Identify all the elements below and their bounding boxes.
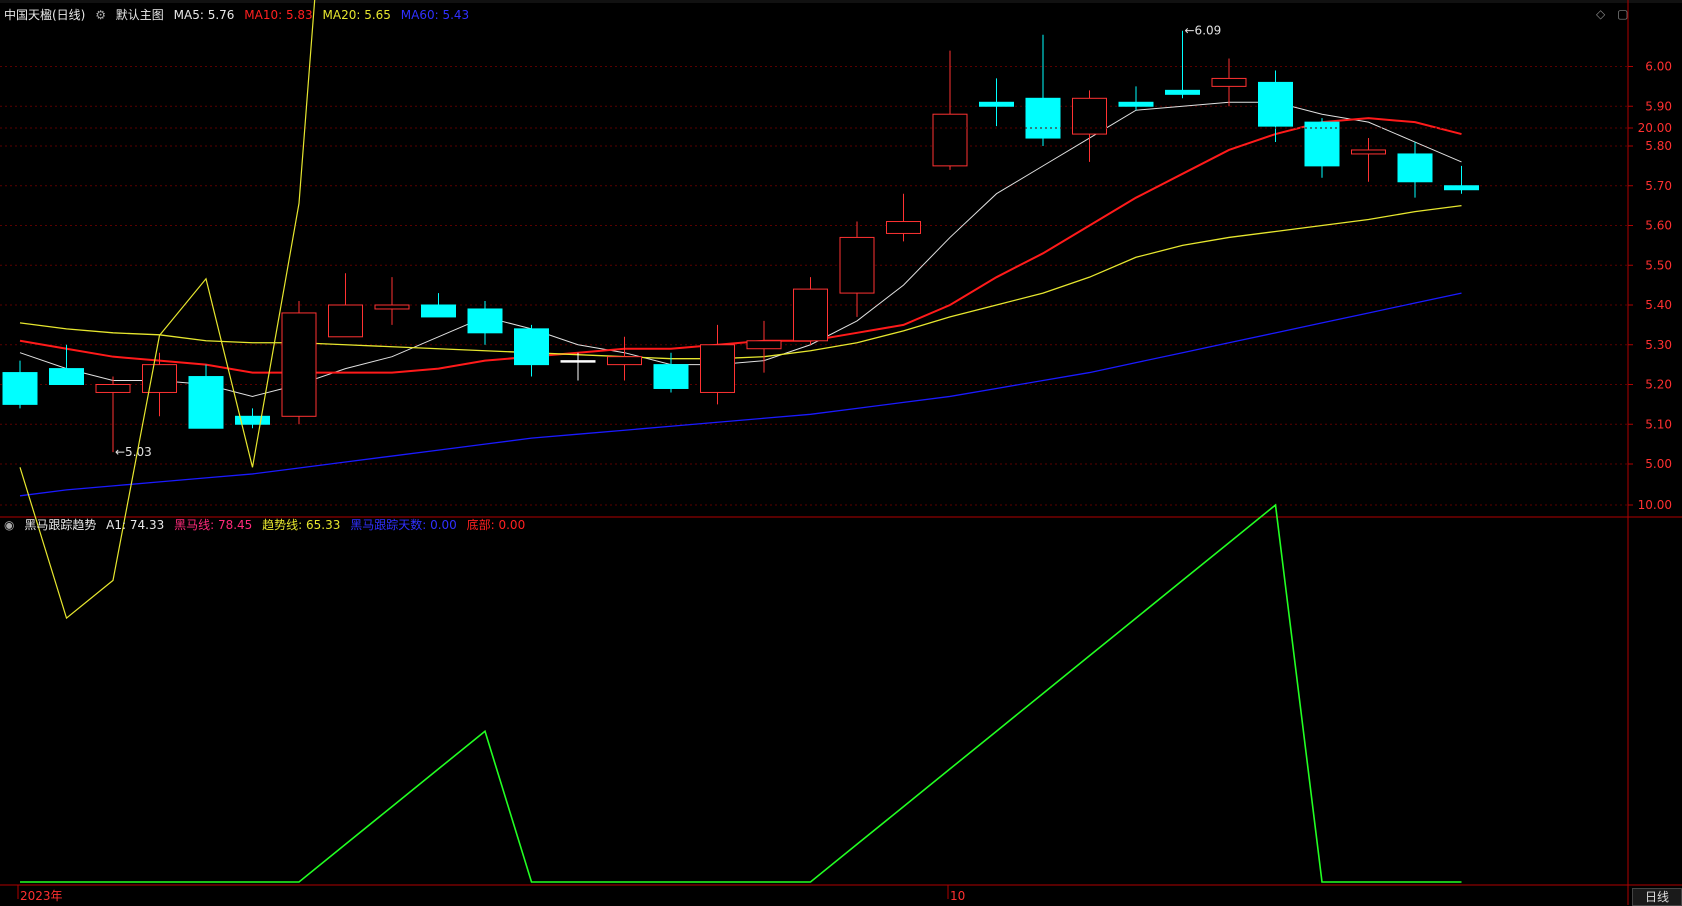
price-tick-label: 5.30 <box>1645 338 1672 352</box>
candle-body-up <box>374 304 410 310</box>
ma5-label: MA5: <box>173 8 204 22</box>
hm-label: 黑马线: <box>174 518 215 532</box>
candle-body-up <box>142 364 177 393</box>
indicator-header: ◉ 黑马跟踪趋势 A1: 74.33 黑马线: 78.45 趋势线: 65.33… <box>4 517 531 533</box>
candle-body-down <box>1397 153 1433 183</box>
ma60-value: 5.43 <box>442 8 470 22</box>
candle-body-up <box>793 288 828 342</box>
pane-controls: ◇ ▢ <box>1596 7 1628 21</box>
candle-body-down <box>421 304 456 318</box>
price-tick-label: 6.00 <box>1645 60 1672 74</box>
price-tick-label: 5.40 <box>1645 298 1672 312</box>
candle-body-down <box>49 368 84 386</box>
main-chart-header: 中国天楹(日线) ⚙ 默认主图 MA5: 5.76 MA10: 5.83 MA2… <box>4 7 475 23</box>
days-legend: 黑马跟踪天数: 0.00 <box>350 518 457 532</box>
candle-body-down <box>560 360 596 363</box>
hm-value: 78.45 <box>217 518 253 532</box>
price-pane: 5.00 5.10 5.20 5.30 5.40 5.50 5.60 5.70 5.80 5.90… <box>0 0 1682 905</box>
time-axis-label: 2023年 <box>20 889 63 903</box>
indicator-name[interactable]: 黑马跟踪趋势 <box>24 518 96 532</box>
a1-label: A1: <box>106 518 127 532</box>
maximize-icon[interactable]: ▢ <box>1617 7 1628 21</box>
candle-body-down <box>467 308 503 334</box>
candle-body-down <box>1165 89 1200 95</box>
indicator-line <box>20 503 1462 883</box>
indicator-tick-label: 20.00 <box>1638 121 1672 135</box>
trend-label: 趋势线: <box>262 518 303 532</box>
indicator-toggle-icon[interactable]: ◉ <box>4 518 14 532</box>
ma20-label: MA20: <box>322 8 361 22</box>
price-tick-label: 5.80 <box>1645 139 1672 153</box>
price-tick-label: 5.90 <box>1645 99 1672 113</box>
bottom-legend: 底部: 0.00 <box>467 518 526 532</box>
price-extreme-annotation: ←5.03 <box>115 445 152 459</box>
ma60-legend: MA60: 5.43 <box>401 8 469 22</box>
candle-body-up <box>1211 77 1247 87</box>
ma-line-ma20 <box>19 204 1462 360</box>
price-tick-label: 5.60 <box>1645 219 1672 233</box>
period-button[interactable]: 日线 <box>1632 888 1682 906</box>
candle-body-down <box>188 376 224 429</box>
indicator-pane: 10.0020.0030.0040.0050.0060.0070.0080.00… <box>0 0 1672 883</box>
ma-line-ma60 <box>19 292 1462 497</box>
candle-body-down <box>1304 121 1340 167</box>
ma20-legend: MA20: 5.65 <box>323 8 391 22</box>
bottom-value: 0.00 <box>498 518 526 532</box>
candle-body-up <box>932 113 968 167</box>
settings-circle-icon[interactable]: ⚙ <box>95 8 106 22</box>
stock-title[interactable]: 中国天楹(日线) <box>4 8 85 22</box>
stock-chart-canvas[interactable]: 5.00 5.10 5.20 5.30 5.40 5.50 5.60 5.70 5.80 5.90… <box>0 0 1682 905</box>
candle-body-up <box>607 356 642 366</box>
ma-line-ma10 <box>19 117 1462 374</box>
days-label: 黑马跟踪天数: <box>350 518 427 532</box>
candle-body-up <box>746 340 782 350</box>
diamond-icon[interactable]: ◇ <box>1596 7 1605 21</box>
ma10-value: 5.83 <box>285 8 313 22</box>
candle-body-down <box>1258 81 1293 127</box>
candle-body-down <box>1444 185 1479 191</box>
ma10-label: MA10: <box>244 8 283 22</box>
candle-body-up <box>95 384 131 393</box>
time-axis-label: 10 <box>950 889 965 903</box>
hm-legend: 黑马线: 78.45 <box>174 518 252 532</box>
candle-body-up <box>281 312 317 417</box>
ma10-legend: MA10: 5.83 <box>244 8 312 22</box>
candle-body-down <box>2 372 38 405</box>
bottom-label: 底部: <box>466 518 495 532</box>
chart-template-label[interactable]: 默认主图 <box>116 8 164 22</box>
candle-body-up <box>328 304 363 338</box>
candle-body-down <box>1025 97 1061 139</box>
candle-body-up <box>1072 97 1107 135</box>
price-tick-label: 5.10 <box>1645 417 1672 431</box>
trend-legend: 趋势线: 65.33 <box>262 518 340 532</box>
candle-body-up <box>1351 149 1386 155</box>
price-extreme-annotation: ←6.09 <box>1185 24 1222 38</box>
price-tick-label: 5.70 <box>1645 179 1672 193</box>
ma5-value: 5.76 <box>207 8 235 22</box>
price-tick-label: 5.20 <box>1645 378 1672 392</box>
trend-value: 65.33 <box>306 518 341 532</box>
a1-value: 74.33 <box>129 518 165 532</box>
candle-body-down <box>1118 101 1154 107</box>
indicator-tick-label: 10.00 <box>1638 498 1672 512</box>
candle-body-up <box>886 221 921 234</box>
ma20-value: 5.65 <box>364 8 391 22</box>
price-tick-label: 5.50 <box>1645 258 1672 272</box>
candle-body-down <box>653 364 689 389</box>
a1-legend: A1: 74.33 <box>106 518 164 532</box>
candle-body-up <box>700 344 735 393</box>
ma60-label: MA60: <box>400 8 439 22</box>
candle-body-down <box>979 101 1014 107</box>
price-tick-label: 5.00 <box>1645 457 1672 471</box>
days-value: 0.00 <box>430 518 457 532</box>
candle-body-up <box>839 236 875 294</box>
ma5-legend: MA5: 5.76 <box>174 8 235 22</box>
candle-body-down <box>514 328 549 366</box>
